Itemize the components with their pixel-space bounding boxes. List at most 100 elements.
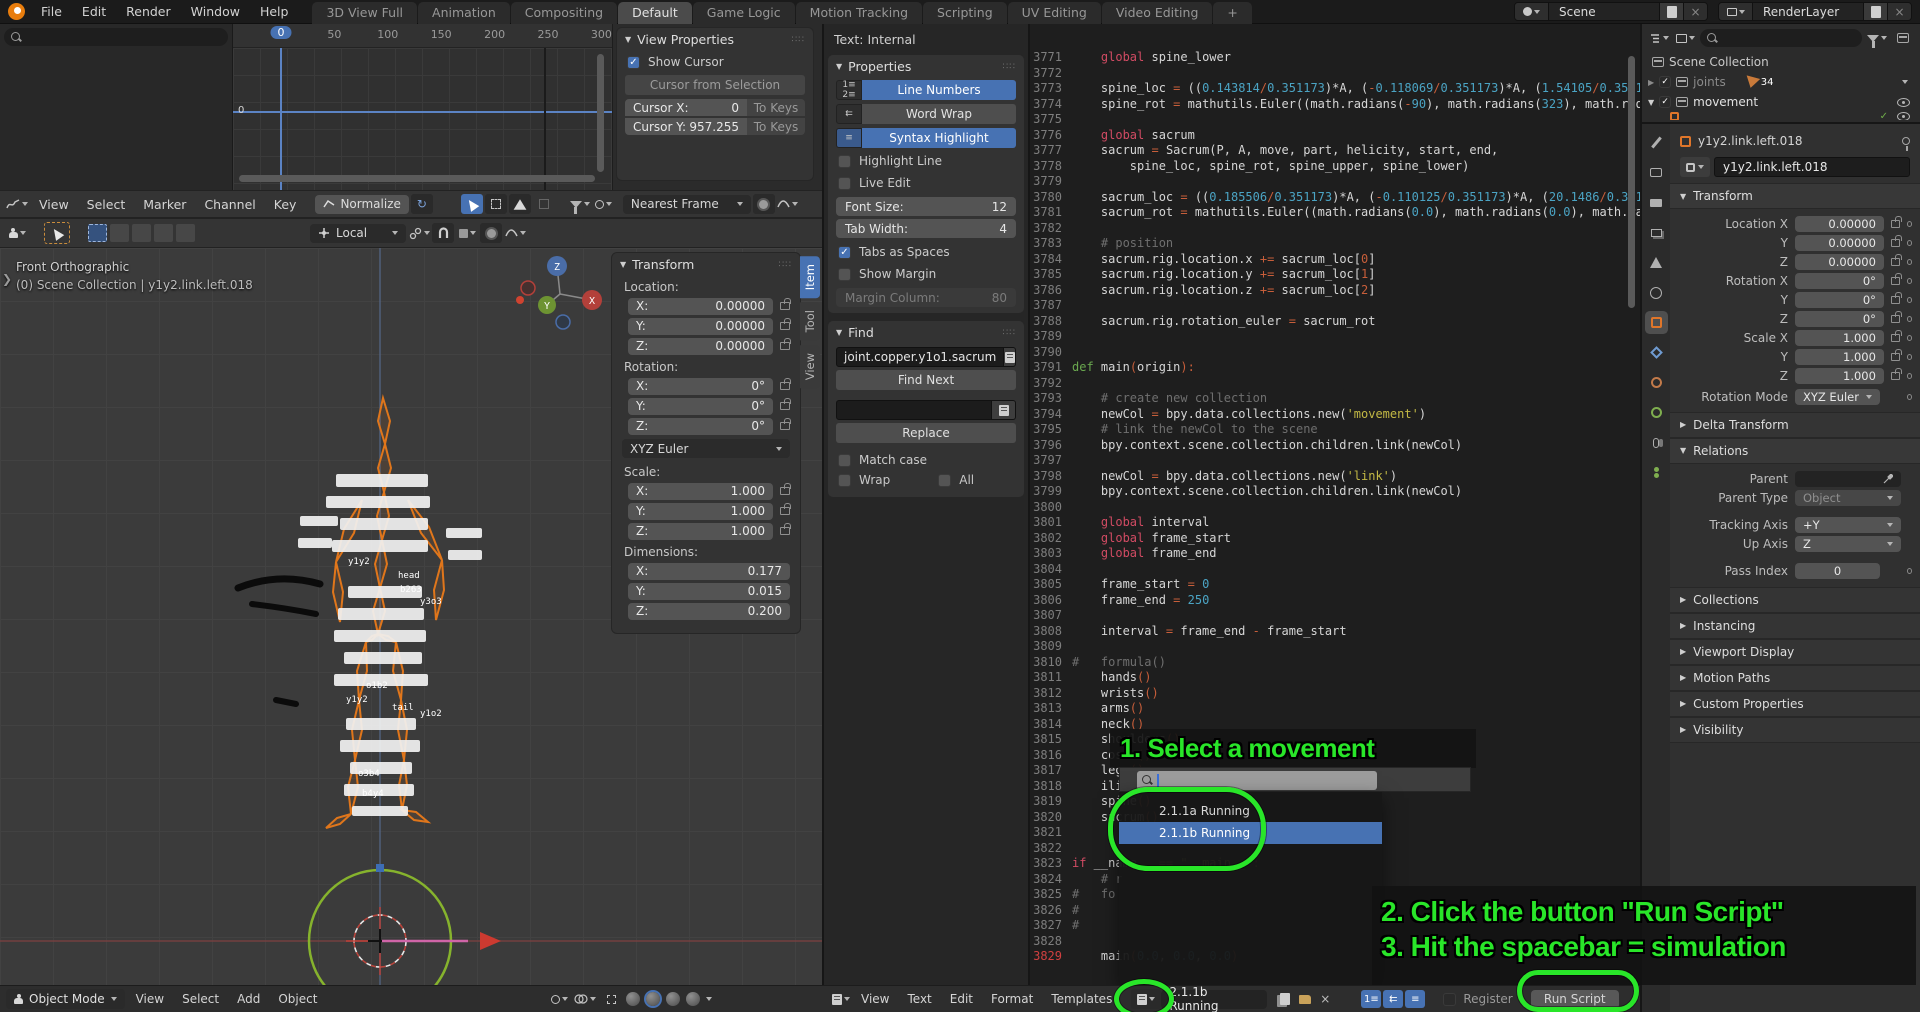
code-line[interactable]: 3811 hands() bbox=[1030, 670, 1640, 686]
new-collection-icon[interactable] bbox=[1892, 28, 1914, 48]
code-line[interactable]: 3802 global frame_start bbox=[1030, 531, 1640, 547]
section-header-collections[interactable]: ▶Collections bbox=[1670, 587, 1920, 613]
lock-icon[interactable] bbox=[780, 527, 790, 535]
section-header-visibility[interactable]: ▶Visibility bbox=[1670, 717, 1920, 743]
location-field[interactable]: Z:0.00000 bbox=[628, 338, 773, 355]
word-wrap-toggle[interactable]: Word Wrap bbox=[862, 104, 1016, 124]
mode-dropdown[interactable]: Object Mode bbox=[6, 989, 125, 1009]
rotation-field[interactable]: Y:0° bbox=[628, 398, 773, 415]
line-numbers-toggle[interactable]: Line Numbers bbox=[862, 80, 1016, 100]
lock-icon[interactable] bbox=[780, 487, 790, 495]
render-tab-icon[interactable] bbox=[1648, 164, 1665, 181]
code-line[interactable]: 3795 # link the newCol to the scene bbox=[1030, 422, 1640, 438]
show-margin-checkbox[interactable] bbox=[838, 268, 851, 281]
viewlayer-tab-icon[interactable] bbox=[1648, 224, 1665, 241]
parent-field[interactable] bbox=[1795, 471, 1901, 487]
workspace-tab-default[interactable]: Default bbox=[618, 2, 692, 24]
data-tab-icon[interactable] bbox=[1648, 464, 1665, 481]
dimensions-field[interactable]: Z:0.200 bbox=[628, 603, 790, 620]
transform-value-field[interactable]: 1.000 bbox=[1795, 330, 1884, 346]
object-tab-icon[interactable] bbox=[1648, 314, 1665, 331]
replace-input[interactable] bbox=[836, 400, 992, 420]
tool-tab-icon[interactable] bbox=[1648, 134, 1665, 151]
view-properties-header[interactable]: ▼ View Properties ∷∷ bbox=[617, 28, 813, 51]
transform-value-field[interactable]: 0.00000 bbox=[1795, 254, 1884, 270]
snap-magnet-icon[interactable] bbox=[432, 223, 454, 243]
transform-value-field[interactable]: 1.000 bbox=[1795, 368, 1884, 384]
lock-icon[interactable] bbox=[1891, 258, 1900, 266]
show-margin-row[interactable]: Show Margin bbox=[828, 263, 1024, 285]
replace-button[interactable]: Replace bbox=[836, 423, 1016, 443]
rotation-mode-dropdown[interactable]: XYZ Euler bbox=[622, 439, 790, 458]
transform-value-field[interactable]: 0° bbox=[1795, 292, 1884, 308]
outliner-row-joints[interactable]: ▶ ✓ joints 34 bbox=[1642, 72, 1920, 92]
cursor-x-field[interactable]: Cursor X:0 bbox=[625, 99, 747, 116]
shading-dropdown-icon[interactable] bbox=[706, 997, 712, 1001]
workspace-tab-uv-editing[interactable]: UV Editing bbox=[1008, 2, 1101, 24]
constraints-tab-icon[interactable] bbox=[1648, 434, 1665, 451]
menu-render[interactable]: Render bbox=[116, 4, 181, 19]
highlight-line-checkbox[interactable] bbox=[838, 155, 851, 168]
object-name-field[interactable]: y1y2.link.left.018 bbox=[1714, 157, 1910, 177]
scene-close-icon[interactable]: × bbox=[1683, 3, 1707, 20]
outliner-search-input[interactable] bbox=[1700, 29, 1862, 47]
menu-window[interactable]: Window bbox=[181, 4, 250, 19]
falloff-curve-icon[interactable] bbox=[777, 194, 799, 214]
match-case-checkbox[interactable] bbox=[838, 454, 851, 467]
graph-menu-view[interactable]: View bbox=[30, 197, 78, 212]
code-line[interactable]: 3787 bbox=[1030, 298, 1640, 314]
select-mode-tweak-icon[interactable] bbox=[88, 224, 107, 242]
animate-dot-icon[interactable] bbox=[1907, 221, 1912, 227]
pivot-point-icon[interactable] bbox=[408, 223, 430, 243]
outliner-row-partial[interactable]: ✓ bbox=[1642, 112, 1920, 120]
outliner-filter-id-icon[interactable] bbox=[1674, 28, 1696, 48]
lock-icon[interactable] bbox=[780, 342, 790, 350]
tracking-axis-dropdown[interactable]: +Y bbox=[1795, 517, 1901, 533]
vp-menu-view[interactable]: View bbox=[127, 992, 173, 1006]
eye-icon[interactable] bbox=[1897, 98, 1910, 107]
tweak-tool-icon[interactable] bbox=[461, 194, 483, 214]
text-menu-templates[interactable]: Templates bbox=[1042, 992, 1121, 1006]
footer-syntax-toggle[interactable]: ≡ bbox=[1405, 990, 1425, 1008]
code-line[interactable]: 3788 sacrum.rig.rotation_euler = sacrum_… bbox=[1030, 314, 1640, 330]
code-line[interactable]: 3791def main(origin): bbox=[1030, 360, 1640, 376]
menu-help[interactable]: Help bbox=[250, 4, 299, 19]
lock-icon[interactable] bbox=[1891, 220, 1900, 228]
show-cursor-checkbox[interactable]: ✓ bbox=[627, 56, 640, 69]
viewport-editor-type-icon[interactable] bbox=[6, 223, 28, 243]
font-size-slider[interactable]: Font Size:12 bbox=[836, 197, 1016, 216]
cursor-y-field[interactable]: Cursor Y:957.255 bbox=[625, 118, 747, 135]
properties-panel-header[interactable]: ▼Properties ∷∷ bbox=[828, 55, 1024, 78]
world-tab-icon[interactable] bbox=[1648, 284, 1665, 301]
cursor-y-to-keys-button[interactable]: To Keys bbox=[747, 118, 805, 135]
normalize-toggle[interactable]: Normalize bbox=[315, 195, 408, 214]
code-vscrollbar[interactable] bbox=[1628, 56, 1635, 308]
wrap-checkbox[interactable] bbox=[838, 474, 851, 487]
vp-proportional-edit-icon[interactable] bbox=[480, 223, 502, 243]
renderlayer-close-icon[interactable]: × bbox=[1887, 3, 1911, 20]
panel-grip-icon[interactable]: ∷∷ bbox=[779, 260, 792, 270]
code-line[interactable]: 3800 bbox=[1030, 500, 1640, 516]
collapse-icon[interactable]: ▼ bbox=[1648, 98, 1654, 107]
section-header-motion-paths[interactable]: ▶Motion Paths bbox=[1670, 665, 1920, 691]
scene-name[interactable]: Scene bbox=[1549, 5, 1659, 19]
panel-grip-icon[interactable]: ∷∷ bbox=[792, 35, 805, 45]
code-line[interactable]: 3804 bbox=[1030, 562, 1640, 578]
code-line[interactable]: 3812 wrists() bbox=[1030, 686, 1640, 702]
snap-mode-dropdown[interactable]: Nearest Frame bbox=[623, 195, 751, 214]
tabs-as-spaces-row[interactable]: ✓Tabs as Spaces bbox=[828, 241, 1024, 263]
graph-vscrollbar[interactable] bbox=[597, 54, 604, 172]
code-line[interactable]: 3799 bpy.context.scene.collection.childr… bbox=[1030, 484, 1640, 500]
vp-menu-add[interactable]: Add bbox=[228, 992, 269, 1006]
workspace-tab-motion-tracking[interactable]: Motion Tracking bbox=[796, 2, 922, 24]
location-field[interactable]: Y:0.00000 bbox=[628, 318, 773, 335]
rotation-field[interactable]: X:0° bbox=[628, 378, 773, 395]
show-cursor-row[interactable]: ✓ Show Cursor bbox=[617, 51, 813, 73]
scale-field[interactable]: X:1.000 bbox=[628, 483, 773, 500]
code-line[interactable]: 3778 spine_loc, spine_rot, spine_upper, … bbox=[1030, 159, 1640, 175]
animate-dot-icon[interactable] bbox=[1907, 316, 1912, 322]
code-line[interactable]: 3786 sacrum.rig.location.z += sacrum_loc… bbox=[1030, 283, 1640, 299]
code-line[interactable]: 3782 bbox=[1030, 221, 1640, 237]
code-line[interactable]: 3809 bbox=[1030, 639, 1640, 655]
outliner-row-scene-collection[interactable]: Scene Collection bbox=[1642, 52, 1920, 72]
